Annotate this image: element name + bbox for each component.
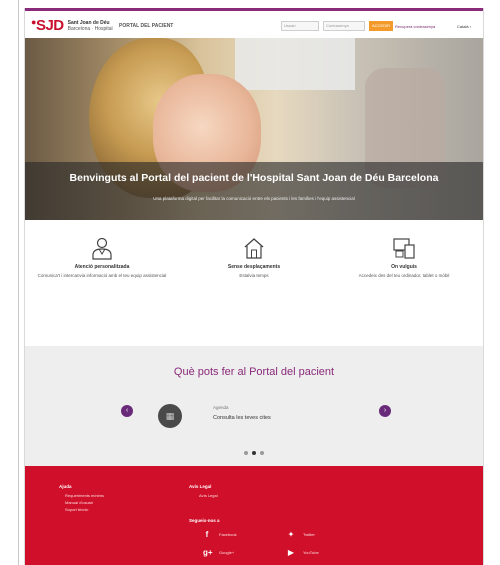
access-button[interactable]: ACCEDIR: [369, 21, 393, 31]
feature-no-travel: Sense desplaçaments Estalvia temps: [189, 236, 319, 279]
youtube-icon: ▶: [287, 548, 295, 557]
site-header: ●SJD Sant Joan de Déu Barcelona · Hospit…: [25, 8, 483, 41]
facebook-icon: f: [205, 530, 209, 539]
twitter-link[interactable]: ✦ Twitter: [287, 530, 315, 539]
carousel-dot[interactable]: [260, 451, 264, 455]
feature-personal-care: Atenció personalitzada Comunica't i inte…: [37, 236, 167, 279]
carousel-heading: Què pots fer al Portal del pacient: [173, 366, 335, 378]
twitter-icon: ✦: [287, 530, 295, 539]
facebook-link[interactable]: f Facebook: [203, 530, 237, 539]
logo-text: Sant Joan de Déu Barcelona · Hospital: [68, 20, 113, 32]
feature-description: Accedeix des del teu ordinador, tablet o…: [358, 273, 450, 278]
portal-title: PORTAL DEL PACIENT: [119, 23, 174, 29]
help-link-support[interactable]: Suport tècnic: [65, 507, 88, 512]
feature-description: Comunica't i intercanvia informació amb …: [37, 273, 167, 278]
devices-icon: [393, 238, 415, 259]
hero-caption-band: [25, 162, 483, 220]
carousel-next-button[interactable]: ›: [379, 405, 391, 417]
username-input[interactable]: Usuari: [281, 21, 319, 31]
follow-heading: Segueix-nos a: [189, 518, 220, 523]
carousel-dot[interactable]: [244, 451, 248, 455]
social-label: Google+: [219, 550, 235, 555]
feature-anywhere: On vulguis Accedeix des del teu ordinado…: [339, 236, 469, 279]
social-label: Facebook: [219, 532, 237, 537]
logo-mark: ●SJD: [31, 17, 64, 34]
language-label: Català: [457, 24, 469, 29]
language-selector[interactable]: Català ›: [457, 24, 471, 29]
hero-photo-window: [235, 38, 355, 90]
social-label: Twitter: [303, 532, 315, 537]
page-margin-rule: [18, 0, 19, 565]
carousel-card-title[interactable]: Consulta les teves cites: [213, 415, 271, 421]
help-link-manual[interactable]: Manual d'usuari: [65, 500, 93, 505]
features-carousel: Què pots fer al Portal del pacient ‹ ▦ A…: [25, 346, 483, 466]
browser-page: ●SJD Sant Joan de Déu Barcelona · Hospit…: [24, 8, 484, 565]
carousel-dot-active[interactable]: [252, 451, 256, 455]
carousel-pagination: [25, 442, 483, 460]
carousel-card-label: Agenda: [213, 405, 229, 410]
logo-name: Sant Joan de Déu: [67, 19, 110, 26]
password-input[interactable]: Contrasenya: [323, 21, 365, 31]
hero-subtitle: Una plataforma digital per facilitar la …: [153, 196, 355, 201]
home-icon: [244, 238, 264, 259]
youtube-link[interactable]: ▶ YouTube: [287, 548, 319, 557]
calendar-icon: ▦: [158, 404, 182, 428]
feature-title: Sense desplaçaments: [227, 264, 281, 270]
help-heading: Ajuda: [59, 484, 72, 489]
logo-subtitle: Barcelona · Hospital: [67, 25, 113, 32]
chevron-down-icon: ›: [469, 24, 472, 29]
feature-description: Estalvia temps: [239, 273, 269, 278]
carousel-prev-button[interactable]: ‹: [121, 405, 133, 417]
google-plus-icon: g+: [203, 548, 213, 557]
feature-title: On vulguis: [391, 264, 417, 270]
hero-banner: Benvinguts al Portal del pacient de l'Ho…: [25, 38, 483, 220]
social-label: YouTube: [303, 550, 319, 555]
doctor-icon: [92, 237, 112, 260]
site-footer: Ajuda Requeriments mínims Manual d'usuar…: [25, 466, 483, 565]
legal-heading: Avís Legal: [189, 484, 212, 489]
feature-title: Atenció personalitzada: [74, 264, 130, 270]
legal-link[interactable]: Avís Legal: [199, 493, 218, 498]
google-plus-link[interactable]: g+ Google+: [203, 548, 234, 557]
sjd-logo[interactable]: ●SJD Sant Joan de Déu Barcelona · Hospit…: [31, 17, 113, 34]
hero-title: Benvinguts al Portal del pacient de l'Ho…: [69, 172, 439, 184]
help-link-requirements[interactable]: Requeriments mínims: [65, 493, 104, 498]
forgot-password-link[interactable]: Recupera contrasenya: [395, 24, 435, 29]
